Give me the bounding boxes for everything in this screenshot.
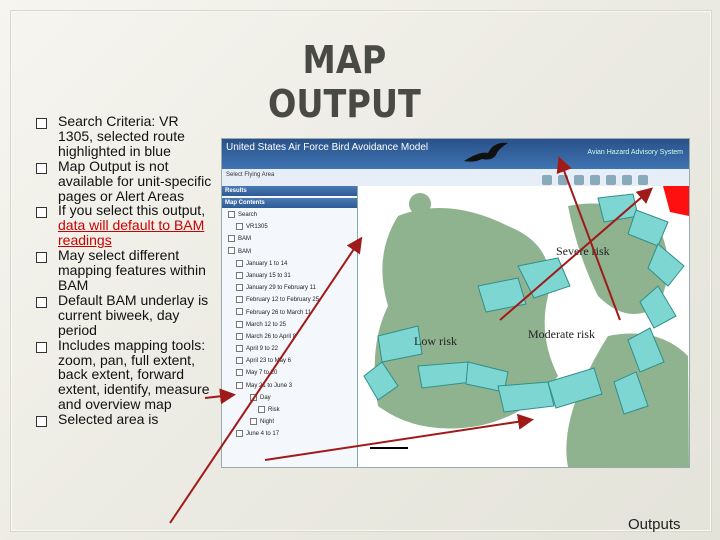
arrow-to-map [169, 236, 363, 524]
arrow-to-tree [204, 388, 236, 405]
arrow-to-severe [499, 187, 654, 321]
arrow-to-route [264, 413, 534, 461]
outputs-link[interactable]: Outputs [628, 516, 681, 533]
arrow-to-tools [556, 156, 621, 321]
callout-arrows [169, 156, 654, 524]
